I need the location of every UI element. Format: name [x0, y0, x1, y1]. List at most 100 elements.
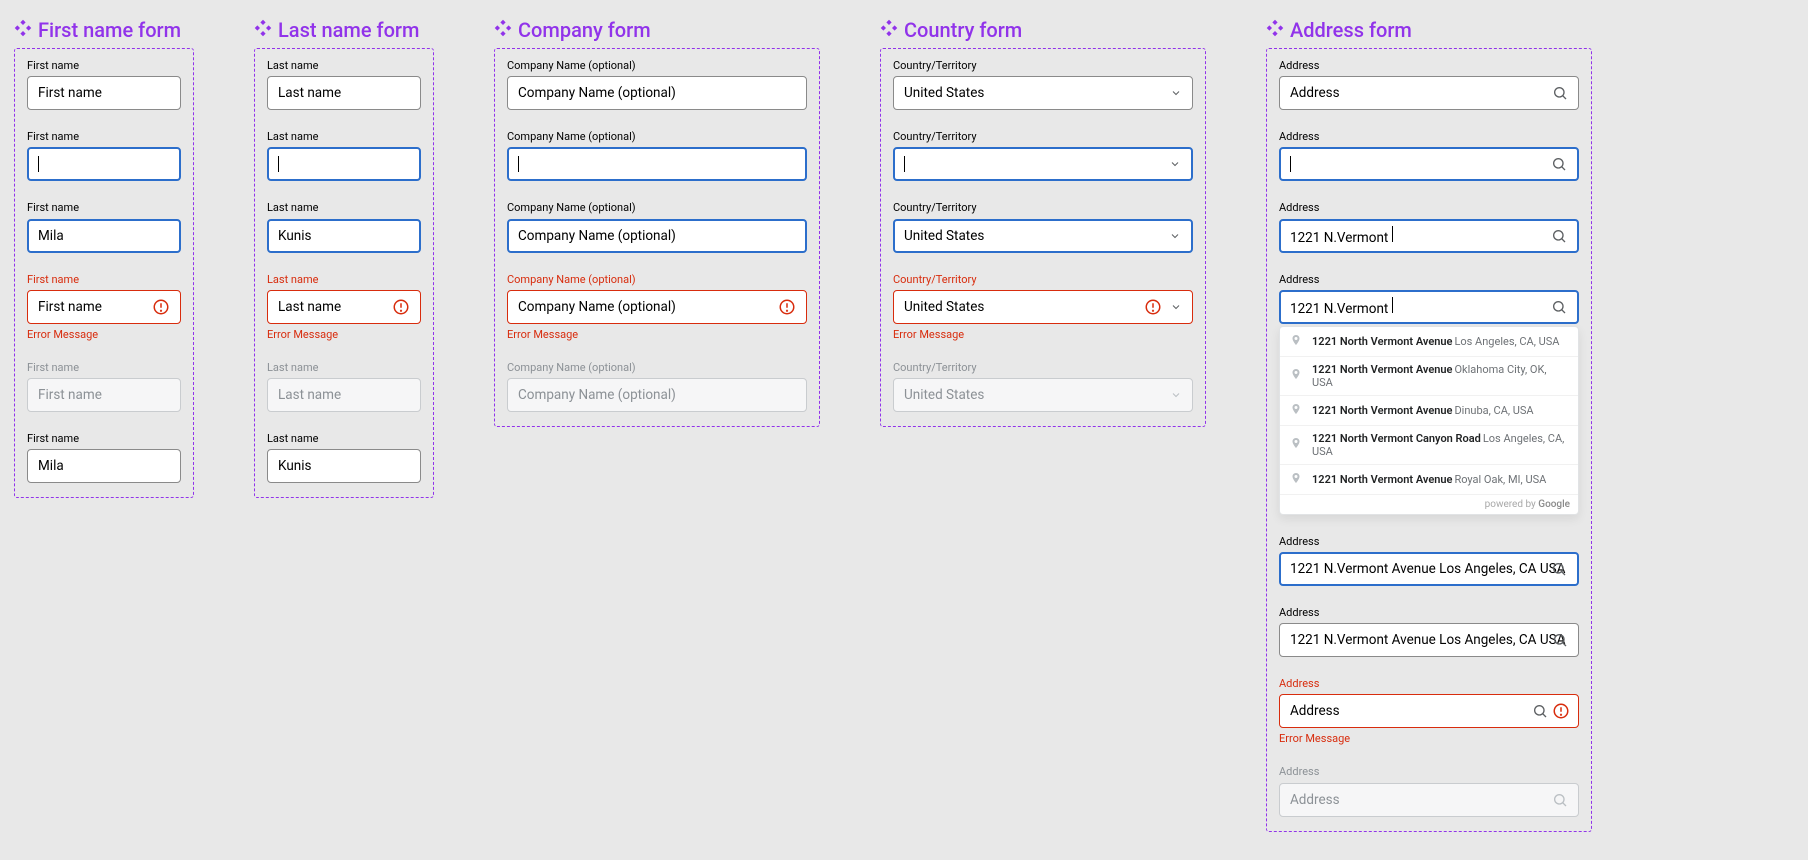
- first-input[interactable]: Mila: [27, 219, 181, 253]
- address-focus-full: Address 1221 N.Vermont Avenue Los Angele…: [1279, 535, 1579, 586]
- error-icon: [778, 298, 796, 316]
- first-input[interactable]: First name: [27, 76, 181, 110]
- company-input[interactable]: Company Name (optional): [507, 290, 807, 324]
- group-title: Address form: [1266, 18, 1592, 42]
- last-label: Last name: [267, 432, 421, 445]
- chevron-down-icon: [1169, 230, 1181, 242]
- first-label: First name: [27, 432, 181, 445]
- country-label: Country/Territory: [893, 273, 1193, 286]
- error-message: Error Message: [267, 328, 421, 341]
- country-select[interactable]: United States: [893, 76, 1193, 110]
- address-input[interactable]: 1221 N.Vermont Avenue Los Angeles, CA US…: [1279, 623, 1579, 657]
- company-label: Company Name (optional): [507, 130, 807, 143]
- company-error: Company Name (optional) Company Name (op…: [507, 273, 807, 341]
- last-input[interactable]: Last name: [267, 290, 421, 324]
- chevron-down-icon: [1170, 301, 1182, 313]
- first-label: First name: [27, 59, 181, 72]
- address-label: Address: [1279, 59, 1579, 72]
- group-title-text: First name form: [38, 18, 181, 42]
- company-focus-filled: Company Name (optional) Company Name (op…: [507, 201, 807, 252]
- last-filled: Last name Kunis: [267, 432, 421, 483]
- component-icon: [880, 18, 898, 42]
- first-focus-filled: First name Mila: [27, 201, 181, 252]
- first-input[interactable]: [27, 147, 181, 181]
- search-icon: [1552, 792, 1568, 808]
- first-name-frame: First name First name First name First n…: [14, 48, 194, 498]
- dropdown-item[interactable]: 1221 North Vermont AvenueLos Angeles, CA…: [1280, 327, 1578, 357]
- first-label: First name: [27, 361, 181, 374]
- last-input[interactable]: Kunis: [267, 449, 421, 483]
- first-label: First name: [27, 201, 181, 214]
- last-name-group: Last name form Last name Last name Last …: [254, 18, 434, 498]
- country-select[interactable]: United States: [893, 219, 1193, 253]
- search-icon: [1551, 299, 1567, 315]
- country-select[interactable]: [893, 147, 1193, 181]
- group-title-text: Company form: [518, 18, 651, 42]
- error-message: Error Message: [507, 328, 807, 341]
- last-input[interactable]: [267, 147, 421, 181]
- group-title: Country form: [880, 18, 1206, 42]
- address-input[interactable]: Address: [1279, 76, 1579, 110]
- last-label: Last name: [267, 361, 421, 374]
- country-focus-filled: Country/Territory United States: [893, 201, 1193, 252]
- pin-icon: [1290, 367, 1302, 384]
- error-icon: [392, 298, 410, 316]
- dropdown-item[interactable]: 1221 North Vermont AvenueDinuba, CA, USA: [1280, 396, 1578, 426]
- dropdown-item[interactable]: 1221 North Vermont AvenueOklahoma City, …: [1280, 357, 1578, 396]
- dropdown-item[interactable]: 1221 North Vermont Canyon RoadLos Angele…: [1280, 426, 1578, 465]
- country-select[interactable]: United States: [893, 290, 1193, 324]
- address-input[interactable]: Address: [1279, 694, 1579, 728]
- address-input[interactable]: 1221 N.Vermont: [1279, 219, 1579, 253]
- company-input[interactable]: Company Name (optional): [507, 219, 807, 253]
- error-icon: [1144, 298, 1162, 316]
- address-label: Address: [1279, 130, 1579, 143]
- country-group: Country form Country/Territory United St…: [880, 18, 1206, 427]
- country-label: Country/Territory: [893, 59, 1193, 72]
- search-icon: [1551, 561, 1567, 577]
- address-label: Address: [1279, 765, 1579, 778]
- text-caret: [518, 156, 519, 172]
- pin-icon: [1290, 402, 1302, 419]
- address-frame: Address Address Address Address 1221 N.V…: [1266, 48, 1592, 832]
- component-icon: [254, 18, 272, 42]
- last-label: Last name: [267, 273, 421, 286]
- component-icon: [1266, 18, 1284, 42]
- last-label: Last name: [267, 201, 421, 214]
- chevron-down-icon: [1169, 158, 1181, 170]
- first-error: First name First name Error Message: [27, 273, 181, 341]
- text-caret: [38, 156, 39, 172]
- country-focus-empty: Country/Territory: [893, 130, 1193, 181]
- first-input[interactable]: First name: [27, 290, 181, 324]
- company-input[interactable]: Company Name (optional): [507, 76, 807, 110]
- error-message: Error Message: [893, 328, 1193, 341]
- company-input[interactable]: [507, 147, 807, 181]
- first-default: First name First name: [27, 59, 181, 110]
- address-disabled: Address Address: [1279, 765, 1579, 816]
- group-title-text: Country form: [904, 18, 1022, 42]
- group-title: Company form: [494, 18, 820, 42]
- search-icon: [1551, 156, 1567, 172]
- company-label: Company Name (optional): [507, 273, 807, 286]
- search-icon: [1552, 85, 1568, 101]
- first-input[interactable]: Mila: [27, 449, 181, 483]
- error-icon: [152, 298, 170, 316]
- search-icon: [1552, 632, 1568, 648]
- address-input[interactable]: [1279, 147, 1579, 181]
- company-group: Company form Company Name (optional) Com…: [494, 18, 820, 427]
- address-label: Address: [1279, 201, 1579, 214]
- country-default: Country/Territory United States: [893, 59, 1193, 110]
- address-input[interactable]: 1221 N.Vermont: [1279, 290, 1579, 324]
- group-title-text: Address form: [1290, 18, 1412, 42]
- last-focus-empty: Last name: [267, 130, 421, 181]
- dropdown-item[interactable]: 1221 North Vermont AvenueRoyal Oak, MI, …: [1280, 465, 1578, 495]
- first-input: First name: [27, 378, 181, 412]
- last-default: Last name Last name: [267, 59, 421, 110]
- chevron-down-icon: [1170, 389, 1182, 401]
- address-input[interactable]: 1221 N.Vermont Avenue Los Angeles, CA US…: [1279, 552, 1579, 586]
- last-input[interactable]: Last name: [267, 76, 421, 110]
- last-focus-filled: Last name Kunis: [267, 201, 421, 252]
- component-icon: [14, 18, 32, 42]
- last-input[interactable]: Kunis: [267, 219, 421, 253]
- first-label: First name: [27, 273, 181, 286]
- company-label: Company Name (optional): [507, 59, 807, 72]
